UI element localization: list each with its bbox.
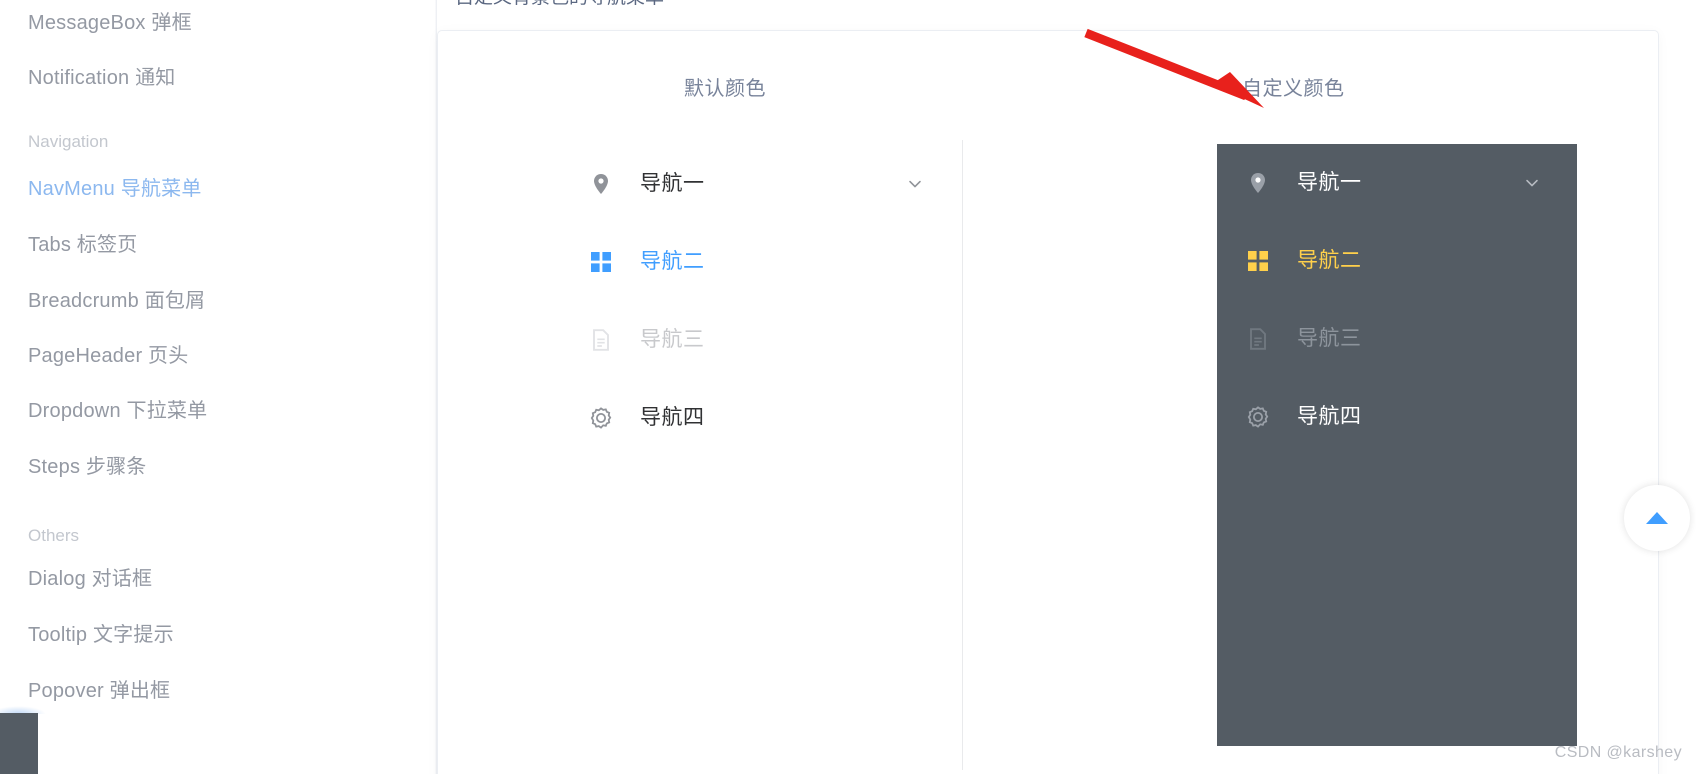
- gear-icon: [588, 405, 614, 431]
- grid-menu-icon: [588, 249, 614, 275]
- sidebar-group-label: Navigation: [28, 132, 109, 151]
- grid-menu-icon: [1248, 251, 1268, 271]
- column-divider: [962, 140, 963, 770]
- nav-menu-item-label: 导航四: [1297, 405, 1362, 428]
- document-icon: [593, 329, 609, 351]
- location-pin-icon: [1251, 173, 1265, 193]
- sidebar-item-7[interactable]: Dropdown 下拉菜单: [28, 398, 207, 424]
- sidebar-item-3[interactable]: NavMenu 导航菜单: [28, 176, 202, 202]
- nav-menu-item-1[interactable]: 导航一: [1217, 144, 1577, 222]
- sidebar-nav: MessageBox 弹框 Notification 通知 Navigation Na…: [0, 0, 437, 774]
- drag-ghost-overlay: [0, 713, 38, 774]
- nav-menu-item-2[interactable]: 导航二: [560, 223, 960, 301]
- nav-menu-item-label: 导航二: [640, 250, 705, 273]
- document-icon: [1250, 328, 1266, 350]
- nav-menu-item-3: 导航三: [560, 301, 960, 379]
- annotation-arrow-icon: [1084, 28, 1264, 108]
- nav-menu-item-2[interactable]: 导航二: [1217, 222, 1577, 300]
- nav-menu-item-4[interactable]: 导航四: [560, 379, 960, 457]
- gear-icon: [1247, 406, 1269, 428]
- sidebar-item-8[interactable]: Steps 步骤条: [28, 454, 147, 480]
- nav-menu-item-4[interactable]: 导航四: [1217, 378, 1577, 456]
- nav-menu-item-label: 导航二: [1297, 249, 1362, 272]
- nav-menu-default-color: 导航一导航二导航三导航四: [560, 145, 960, 457]
- nav-menu-custom-color: 导航一导航二导航三导航四: [1217, 144, 1577, 746]
- chevron-down-icon: [909, 180, 921, 188]
- sidebar-item-5[interactable]: Breadcrumb 面包屑: [28, 288, 205, 314]
- sidebar-item-10[interactable]: Dialog 对话框: [28, 566, 152, 592]
- sidebar-item-0[interactable]: MessageBox 弹框: [28, 10, 192, 36]
- sidebar-item-4[interactable]: Tabs 标签页: [28, 232, 137, 258]
- location-pin-icon: [594, 174, 608, 194]
- document-icon: [1245, 326, 1271, 352]
- nav-menu-item-1[interactable]: 导航一: [560, 145, 960, 223]
- caret-up-icon: [1646, 512, 1668, 524]
- page-root: MessageBox 弹框 Notification 通知 Navigation Na…: [0, 0, 1696, 774]
- nav-menu-item-3: 导航三: [1217, 300, 1577, 378]
- back-to-top-button[interactable]: [1624, 485, 1690, 551]
- location-pin-icon: [1245, 170, 1271, 196]
- grid-menu-icon: [591, 252, 611, 272]
- nav-menu-item-label: 导航四: [640, 406, 705, 429]
- watermark: CSDN @karshey: [1554, 744, 1682, 761]
- chevron-down-icon: [1525, 176, 1539, 190]
- chevron-down-icon: [908, 177, 922, 191]
- nav-menu-item-label: 导航一: [1297, 171, 1362, 194]
- nav-menu-item-label: 导航一: [640, 172, 705, 195]
- sidebar-item-1[interactable]: Notification 通知: [28, 65, 176, 91]
- chevron-down-icon: [1526, 179, 1538, 187]
- nav-menu-item-label: 导航三: [640, 328, 705, 351]
- sidebar-item-12[interactable]: Popover 弹出框: [28, 678, 170, 704]
- grid-menu-icon: [1245, 248, 1271, 274]
- nav-menu-item-label: 导航三: [1297, 327, 1362, 350]
- column-title-default-color: 默认颜色: [684, 78, 766, 100]
- gear-icon: [590, 407, 612, 429]
- location-pin-icon: [588, 171, 614, 197]
- gear-icon: [1245, 404, 1271, 430]
- sidebar-item-11[interactable]: Tooltip 文字提示: [28, 622, 174, 648]
- document-icon: [588, 327, 614, 353]
- clipped-section-heading: 自定义背景色的导航菜单: [455, 0, 755, 10]
- sidebar-group-label: Others: [28, 526, 80, 545]
- sidebar-item-6[interactable]: PageHeader 页头: [28, 343, 188, 369]
